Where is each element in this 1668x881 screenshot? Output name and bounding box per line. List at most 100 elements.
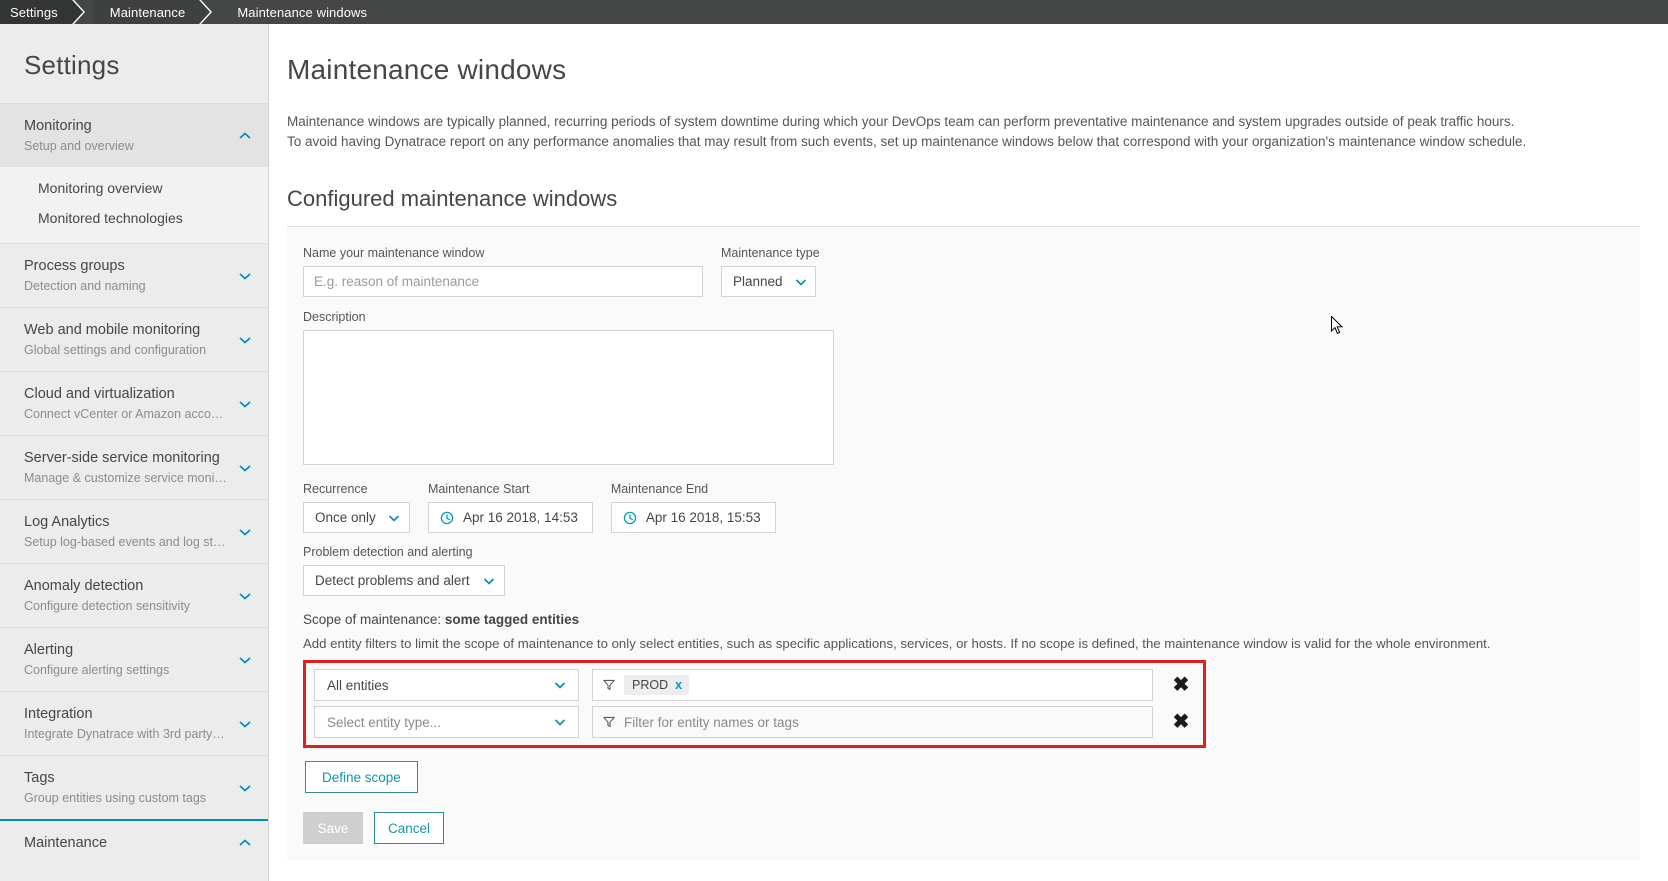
- sidebar-group-monitoring: Monitoring Setup and overview Monitoring…: [0, 103, 268, 243]
- filter-funnel-icon: [603, 716, 615, 728]
- chevron-up-icon[interactable]: [238, 836, 252, 850]
- delete-filter-row-button-2[interactable]: ✖: [1167, 712, 1195, 732]
- sidebar-group-anomaly-detection: Anomaly detection Configure detection se…: [0, 563, 268, 627]
- scope-prefix: Scope of maintenance:: [303, 612, 445, 627]
- breadcrumb-label: Maintenance: [109, 4, 186, 20]
- maintenance-end-label: Maintenance End: [610, 482, 709, 496]
- chevron-down-icon[interactable]: [238, 589, 252, 603]
- sidebar-item-label: Integration: [24, 706, 93, 722]
- sidebar-item-label: Cloud and virtualization: [24, 386, 175, 402]
- clock-icon: [623, 511, 637, 525]
- save-button[interactable]: Save: [303, 812, 363, 844]
- scope-filters-highlight: All entities PROD x ✖ Select entity type…: [303, 660, 1206, 748]
- sidebar-group-server-side-service-monitoring: Server-side service monitoring Manage & …: [0, 435, 268, 499]
- schedule-row: Recurrence Once only Maintenance Start A…: [303, 481, 1624, 533]
- name-field-group: Name your maintenance window: [303, 245, 703, 297]
- maintenance-type-group: Maintenance type Planned: [721, 245, 820, 297]
- sidebar-item-subtitle: Configure detection sensitivity: [24, 599, 191, 613]
- entity-type-select-2[interactable]: Select entity type...: [314, 706, 579, 738]
- sidebar-item-label: Log Analytics: [24, 514, 110, 530]
- maintenance-end-value: Apr 16 2018, 15:53: [645, 510, 761, 525]
- sidebar-item-web-and-mobile-monitoring[interactable]: Web and mobile monitoring Global setting…: [0, 308, 268, 371]
- sidebar-item-subtitle: Connect vCenter or Amazon account: [24, 407, 228, 421]
- close-icon[interactable]: x: [675, 678, 682, 692]
- maintenance-start-datepicker[interactable]: Apr 16 2018, 14:53: [428, 502, 593, 533]
- name-label: Name your maintenance window: [303, 246, 485, 260]
- entity-filter-input-2[interactable]: Filter for entity names or tags: [592, 706, 1153, 738]
- tag-chip-prod[interactable]: PROD x: [624, 675, 690, 695]
- chevron-down-icon: [554, 679, 566, 691]
- define-scope-button[interactable]: Define scope: [305, 761, 418, 793]
- chevron-down-icon: [795, 276, 807, 288]
- maintenance-name-input[interactable]: [303, 266, 703, 297]
- sidebar-item-monitored-technologies[interactable]: Monitored technologies: [0, 203, 268, 233]
- sidebar-item-integration[interactable]: Integration Integrate Dynatrace with 3rd…: [0, 692, 268, 755]
- entity-type-select-1[interactable]: All entities: [314, 669, 579, 701]
- sidebar-group-log-analytics: Log Analytics Setup log-based events and…: [0, 499, 268, 563]
- chevron-down-icon[interactable]: [238, 461, 252, 475]
- chevron-down-icon[interactable]: [238, 397, 252, 411]
- sidebar-item-process-groups[interactable]: Process groups Detection and naming: [0, 244, 268, 307]
- sidebar-group-web-mobile-monitoring: Web and mobile monitoring Global setting…: [0, 307, 268, 371]
- sidebar-item-monitoring-overview[interactable]: Monitoring overview: [0, 173, 268, 203]
- problem-detection-select[interactable]: Detect problems and alert: [303, 565, 505, 596]
- sidebar-item-label: Monitoring: [24, 118, 92, 134]
- sidebar-item-alerting[interactable]: Alerting Configure alerting settings: [0, 628, 268, 691]
- entity-filter-input-1[interactable]: PROD x: [592, 669, 1153, 701]
- sidebar-item-tags[interactable]: Tags Group entities using custom tags: [0, 756, 268, 819]
- maintenance-type-value: Planned: [733, 274, 783, 289]
- scope-filter-row: All entities PROD x ✖: [314, 669, 1195, 701]
- maintenance-start-group: Maintenance Start Apr 16 2018, 14:53: [428, 481, 593, 533]
- problem-detection-label: Problem detection and alerting: [303, 545, 473, 559]
- sidebar-title: Settings: [24, 50, 120, 80]
- breadcrumb: Settings Maintenance Maintenance windows: [0, 0, 1668, 24]
- sidebar-item-subtitle: Integrate Dynatrace with 3rd party syste…: [24, 727, 228, 741]
- breadcrumb-item-settings[interactable]: Settings: [0, 0, 72, 24]
- sidebar-item-anomaly-detection[interactable]: Anomaly detection Configure detection se…: [0, 564, 268, 627]
- scope-filter-row: Select entity type... Filter for entity …: [314, 706, 1195, 738]
- chevron-down-icon: [483, 575, 495, 587]
- recurrence-group: Recurrence Once only: [303, 481, 410, 533]
- chevron-down-icon[interactable]: [238, 525, 252, 539]
- cancel-button[interactable]: Cancel: [374, 812, 444, 844]
- recurrence-label: Recurrence: [303, 482, 368, 496]
- filter-funnel-icon: [603, 679, 615, 691]
- chevron-down-icon[interactable]: [238, 653, 252, 667]
- sidebar-item-label: Alerting: [24, 642, 74, 658]
- page-title: Maintenance windows: [287, 54, 567, 85]
- recurrence-select[interactable]: Once only: [303, 502, 410, 533]
- maintenance-type-select[interactable]: Planned: [721, 266, 816, 297]
- sidebar-group-tags: Tags Group entities using custom tags: [0, 755, 268, 819]
- form-actions: Save Cancel: [303, 812, 1624, 844]
- sidebar-group-alerting: Alerting Configure alerting settings: [0, 627, 268, 691]
- sidebar-item-log-analytics[interactable]: Log Analytics Setup log-based events and…: [0, 500, 268, 563]
- chevron-down-icon[interactable]: [238, 717, 252, 731]
- chevron-up-icon[interactable]: [238, 129, 252, 143]
- clock-icon: [440, 511, 454, 525]
- maintenance-start-value: Apr 16 2018, 14:53: [463, 510, 578, 525]
- scope-value: some tagged entities: [444, 612, 580, 627]
- sidebar-item-monitoring[interactable]: Monitoring Setup and overview: [0, 104, 268, 167]
- description-textarea[interactable]: [303, 330, 834, 465]
- breadcrumb-separator-icon: [71, 0, 94, 24]
- sidebar-item-label: Web and mobile monitoring: [24, 322, 201, 338]
- entity-type-value: Select entity type...: [327, 714, 442, 730]
- sidebar-item-subtitle: Detection and naming: [24, 279, 146, 293]
- breadcrumb-item-maintenance[interactable]: Maintenance: [93, 0, 200, 24]
- scope-summary: Scope of maintenance: some tagged entiti…: [303, 612, 1624, 627]
- sidebar-subnav-monitoring: Monitoring overview Monitored technologi…: [0, 167, 268, 243]
- delete-filter-row-button-1[interactable]: ✖: [1167, 675, 1195, 695]
- sidebar-item-subtitle: Setup log-based events and log storage: [24, 535, 228, 549]
- sidebar-item-label: Server-side service monitoring: [24, 450, 220, 466]
- sidebar-item-subtitle: Setup and overview: [24, 139, 134, 153]
- chevron-down-icon[interactable]: [238, 781, 252, 795]
- breadcrumb-item-maintenance-windows[interactable]: Maintenance windows: [221, 0, 382, 24]
- sidebar-item-cloud-and-virtualization[interactable]: Cloud and virtualization Connect vCenter…: [0, 372, 268, 435]
- sidebar-item-maintenance[interactable]: Maintenance: [0, 821, 268, 865]
- intro-text: Maintenance windows are typically planne…: [287, 112, 1527, 152]
- intro-line-1: Maintenance windows are typically planne…: [287, 114, 1515, 129]
- sidebar-item-server-side-service-monitoring[interactable]: Server-side service monitoring Manage & …: [0, 436, 268, 499]
- maintenance-end-datepicker[interactable]: Apr 16 2018, 15:53: [610, 502, 776, 533]
- chevron-down-icon[interactable]: [238, 333, 252, 347]
- chevron-down-icon[interactable]: [238, 269, 252, 283]
